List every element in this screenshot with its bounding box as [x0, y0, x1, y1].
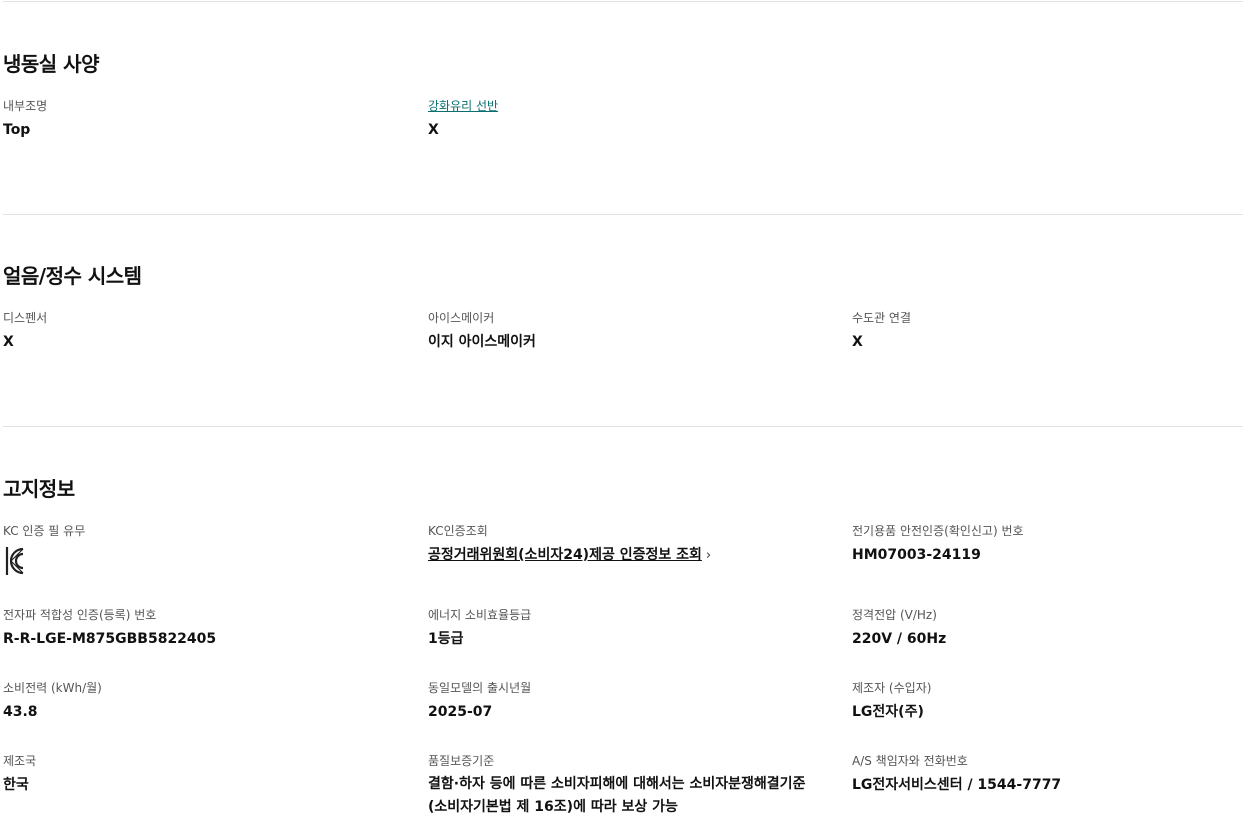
- spec-interior-light: 내부조명 Top: [3, 98, 403, 138]
- spec-label: 소비전력 (kWh/월): [3, 681, 102, 695]
- spec-page: 냉동실 사양 내부조명 Top 강화유리 선반 X 얼음/정수 시스템 디스펜서…: [0, 0, 1243, 828]
- spec-label: 전자파 적합성 인증(등록) 번호: [3, 608, 157, 622]
- spec-manufacturer: 제조자 (수입자) LG전자(주): [852, 680, 1243, 720]
- spec-label: KC 인증 필 유무: [3, 524, 86, 538]
- spec-label: 품질보증기준: [428, 754, 495, 768]
- spec-label: 에너지 소비효율등급: [428, 608, 532, 622]
- top-divider: [3, 1, 1243, 2]
- tempered-glass-shelf-link[interactable]: 강화유리 선반: [428, 98, 828, 114]
- spec-rated-voltage: 정격전압 (V/Hz) 220V / 60Hz: [852, 607, 1243, 647]
- spec-ice-maker: 아이스메이커 이지 아이스메이커: [428, 310, 828, 350]
- spec-value: LG전자서비스센터 / 1544-7777: [852, 777, 1062, 793]
- spec-warranty: 품질보증기준 결함·하자 등에 따른 소비자피해에 대해서는 소비자분쟁해결기준…: [428, 753, 828, 819]
- spec-label: 정격전압 (V/Hz): [852, 608, 937, 622]
- spec-power-consumption: 소비전력 (kWh/월) 43.8: [3, 680, 403, 720]
- spec-value: 2025-07: [428, 704, 493, 720]
- spec-label: 전기용품 안전인증(확인신고) 번호: [852, 524, 1024, 538]
- spec-label: 수도관 연결: [852, 311, 912, 325]
- spec-value: 220V / 60Hz: [852, 631, 947, 647]
- spec-as-contact: A/S 책임자와 전화번호 LG전자서비스센터 / 1544-7777: [852, 753, 1243, 793]
- spec-value: HM07003-24119: [852, 547, 981, 563]
- ice-water-section-title: 얼음/정수 시스템: [3, 264, 142, 288]
- spec-value: 결함·하자 등에 따른 소비자피해에 대해서는 소비자분쟁해결기준 (소비자기본…: [428, 776, 806, 815]
- kc-lookup-link-text: 공정거래위원회(소비자24)제공 인증정보 조회: [428, 547, 702, 563]
- spec-label: KC인증조회: [428, 524, 488, 538]
- spec-tempered-glass-shelf: 강화유리 선반 X: [428, 98, 828, 138]
- spec-country: 제조국 한국: [3, 753, 403, 793]
- spec-label: 아이스메이커: [428, 311, 495, 325]
- freezer-section-title: 냉동실 사양: [3, 52, 99, 76]
- spec-value: 43.8: [3, 704, 38, 720]
- spec-kc-lookup: KC인증조회 공정거래위원회(소비자24)제공 인증정보 조회 ›: [428, 523, 828, 563]
- spec-emc-cert: 전자파 적합성 인증(등록) 번호 R-R-LGE-M875GBB5822405: [3, 607, 403, 647]
- spec-value: X: [428, 122, 439, 138]
- kc-certification-icon: [5, 547, 24, 575]
- spec-label: 내부조명: [3, 99, 48, 113]
- spec-value: LG전자(주): [852, 704, 924, 720]
- spec-value: X: [852, 334, 863, 350]
- spec-release-date: 동일모델의 출시년월 2025-07: [428, 680, 828, 720]
- spec-label: 제조자 (수입자): [852, 681, 932, 695]
- spec-safety-cert: 전기용품 안전인증(확인신고) 번호 HM07003-24119: [852, 523, 1243, 563]
- section-divider: [3, 214, 1243, 215]
- spec-value: 이지 아이스메이커: [428, 334, 536, 350]
- spec-label: A/S 책임자와 전화번호: [852, 754, 968, 768]
- spec-value: R-R-LGE-M875GBB5822405: [3, 631, 217, 647]
- spec-label: 제조국: [3, 754, 37, 768]
- spec-value: 1등급: [428, 631, 464, 647]
- spec-value: Top: [3, 122, 31, 138]
- spec-water-line: 수도관 연결 X: [852, 310, 1243, 350]
- spec-energy-grade: 에너지 소비효율등급 1등급: [428, 607, 828, 647]
- notice-section-title: 고지정보: [3, 477, 75, 501]
- spec-label: 동일모델의 출시년월: [428, 681, 532, 695]
- spec-dispenser: 디스펜서 X: [3, 310, 403, 350]
- section-divider: [3, 426, 1243, 427]
- kc-lookup-link[interactable]: 공정거래위원회(소비자24)제공 인증정보 조회: [428, 547, 702, 563]
- spec-value: 한국: [3, 777, 29, 793]
- spec-value: X: [3, 334, 14, 350]
- spec-kc-required: KC 인증 필 유무: [3, 523, 403, 577]
- spec-label: 디스펜서: [3, 311, 48, 325]
- chevron-right-icon: ›: [705, 548, 712, 563]
